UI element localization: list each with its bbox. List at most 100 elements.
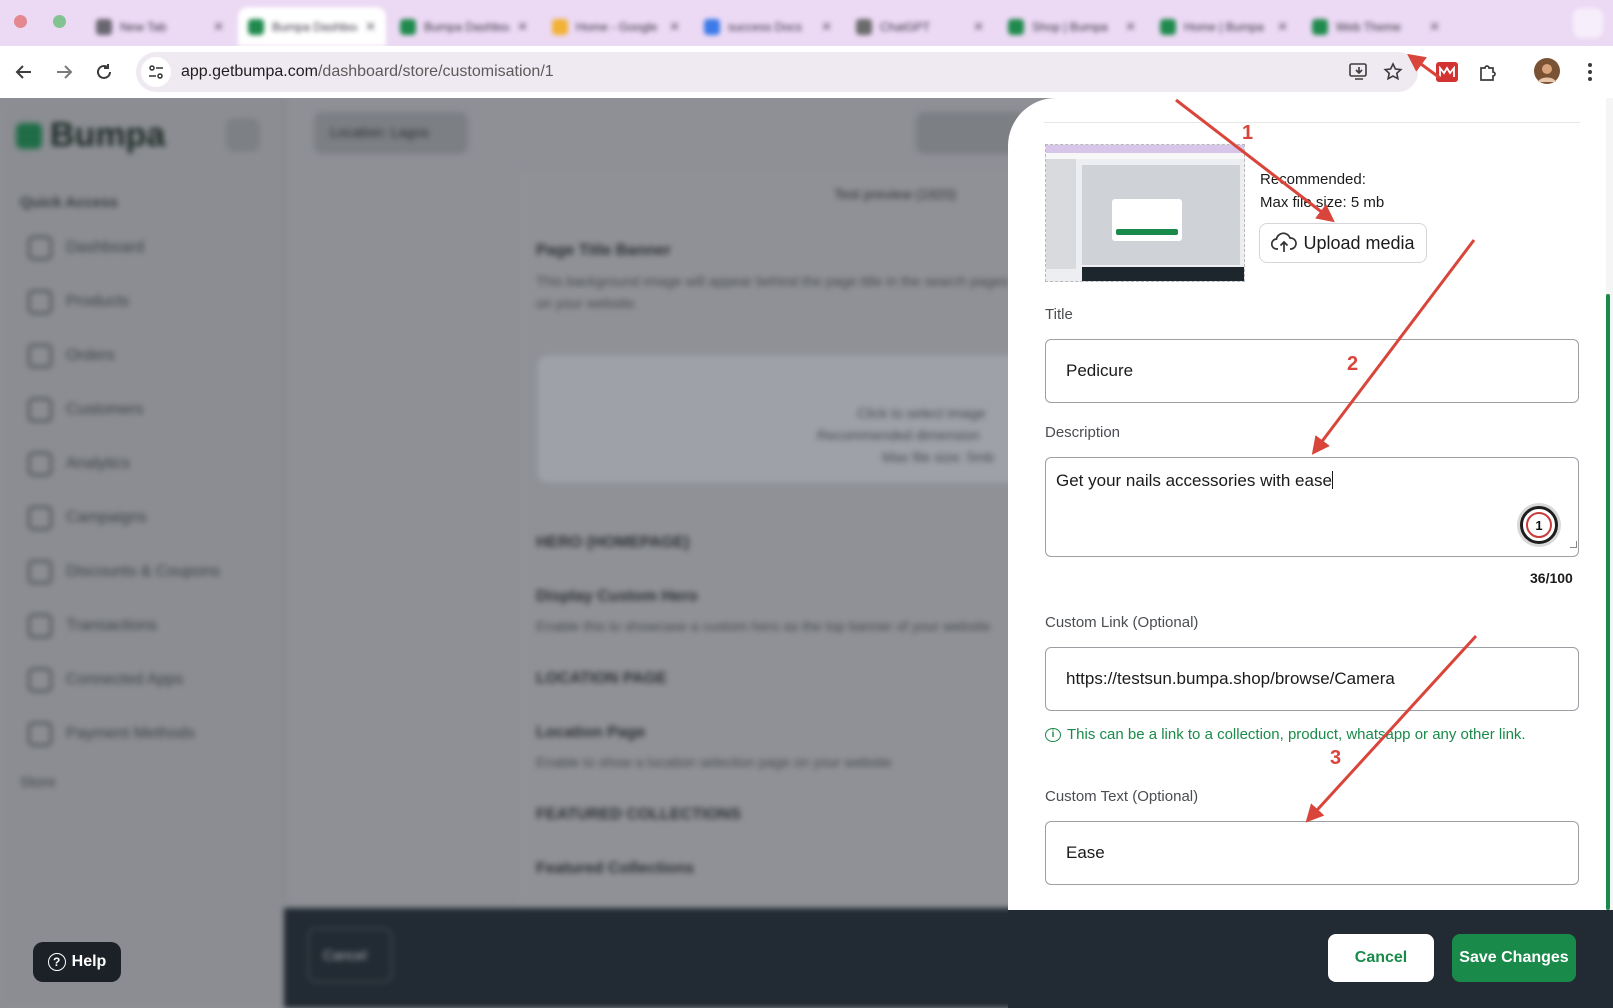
browser-menu-icon[interactable] — [1578, 60, 1602, 84]
custom-text-input[interactable]: Ease — [1045, 821, 1579, 885]
orders-icon — [28, 344, 52, 368]
annotation-number-1: 1 — [1242, 122, 1254, 144]
extensions-puzzle-icon[interactable] — [1476, 60, 1500, 84]
window-maximize-dot[interactable] — [53, 15, 66, 28]
tab-title: Shop | Bumpa — [1032, 19, 1108, 34]
bg-location-pill: Location: Lagos — [314, 112, 468, 154]
profile-avatar[interactable] — [1534, 58, 1560, 84]
bg-drop-zone: Click to select image Recommended dimens… — [536, 354, 1036, 484]
discounts-icon — [28, 560, 52, 584]
tab-close-icon[interactable]: ✕ — [1125, 19, 1136, 35]
browser-tab[interactable]: ChatGPT ✕ — [846, 7, 994, 46]
tab-close-icon[interactable]: ✕ — [213, 19, 224, 35]
bg-section-label: Quick Access — [20, 194, 118, 211]
url-path: /dashboard/store/customisation/1 — [317, 63, 554, 80]
custom-link-label: Custom Link (Optional) — [1045, 614, 1199, 631]
bg-nav-item: Products — [28, 290, 129, 314]
bg-nav-label: Discounts & Coupons — [66, 563, 220, 580]
extension-red-icon[interactable] — [1436, 62, 1458, 82]
grammar-count: 1 — [1526, 512, 1552, 538]
bg-cancel-button: Cancel — [308, 928, 392, 982]
bg-nav-label: Orders — [66, 347, 115, 364]
character-count: 36/100 — [1530, 570, 1573, 586]
tab-title: Web Theme — [1336, 19, 1401, 34]
reload-icon[interactable] — [90, 58, 118, 86]
title-input[interactable]: Pedicure — [1045, 339, 1579, 403]
browser-tab[interactable]: Bumpa Dashboard ✕ — [390, 7, 538, 46]
sidebar-collapse-icon — [226, 118, 260, 152]
bg-section-title: FEATURED COLLECTIONS — [536, 806, 742, 823]
thumb-footer — [1082, 267, 1244, 281]
tab-close-icon[interactable]: ✕ — [973, 19, 984, 35]
save-changes-button[interactable]: Save Changes — [1452, 934, 1576, 982]
custom-text-label: Custom Text (Optional) — [1045, 788, 1199, 805]
bg-nav-label: Connected Apps — [66, 671, 184, 688]
drawer-scrollbar-thumb[interactable] — [1606, 294, 1610, 910]
textarea-resize-icon[interactable] — [1570, 541, 1577, 548]
bg-nav-label: Payment Methods — [66, 725, 195, 742]
bg-nav-item: Campaigns — [28, 506, 147, 530]
tab-title: Bumpa Dashboard — [272, 19, 357, 34]
tab-title: Home | Bumpa — [1184, 19, 1264, 34]
tab-close-icon[interactable]: ✕ — [1277, 19, 1288, 35]
browser-toolbar: app.getbumpa.com/dashboard/store/customi… — [0, 46, 1613, 98]
tab-close-icon[interactable]: ✕ — [821, 19, 832, 35]
tab-close-icon[interactable]: ✕ — [365, 19, 376, 35]
bg-nav-label: Dashboard — [66, 239, 145, 256]
upload-media-button[interactable]: Upload media — [1259, 223, 1427, 263]
transactions-icon — [28, 614, 52, 638]
profile-chip[interactable] — [1573, 8, 1603, 38]
browser-tab[interactable]: New Tab ✕ — [86, 7, 234, 46]
bg-section-title: Page Title Banner — [536, 242, 671, 259]
grammar-checker-badge[interactable]: 1 — [1520, 506, 1558, 544]
products-icon — [28, 290, 52, 314]
analytics-icon — [28, 452, 52, 476]
browser-tab[interactable]: Home - Google Drive ✕ — [542, 7, 690, 46]
url-text[interactable]: app.getbumpa.com/dashboard/store/customi… — [181, 63, 554, 81]
site-info-icon[interactable] — [141, 57, 171, 87]
window-close-dot[interactable] — [14, 15, 27, 28]
browser-tab[interactable]: Home | Bumpa ✕ — [1150, 7, 1298, 46]
tab-title: New Tab — [120, 19, 167, 34]
tab-close-icon[interactable]: ✕ — [669, 19, 680, 35]
bg-nav-label: Campaigns — [66, 509, 147, 526]
bg-store-label: Store — [20, 774, 56, 791]
window-controls — [14, 15, 66, 28]
tab-title: Home - Google Drive — [576, 19, 661, 34]
annotation-number-3: 3 — [1330, 747, 1342, 769]
tab-title: Bumpa Dashboard — [424, 19, 509, 34]
bg-section-subtitle: Enable this to showcase a custom hero as… — [536, 618, 991, 634]
tab-favicon-icon — [96, 18, 112, 35]
cloud-upload-icon — [1271, 232, 1298, 252]
bg-section-subtitle: Enable to show a location selection page… — [536, 754, 892, 770]
browser-tab[interactable]: Shop | Bumpa ✕ — [998, 7, 1146, 46]
browser-tab-active[interactable]: Bumpa Dashboard ✕ — [238, 7, 386, 46]
bg-preview-label: Test preview (1920) — [834, 186, 957, 202]
thumb-tabbar — [1046, 145, 1244, 153]
cancel-button[interactable]: Cancel — [1328, 934, 1434, 982]
recommended-label: Recommended: — [1260, 171, 1366, 188]
browser-tab[interactable]: success Docs ✕ — [694, 7, 842, 46]
tab-favicon-icon — [400, 18, 416, 35]
custom-link-hint-text: This can be a link to a collection, prod… — [1067, 726, 1526, 743]
help-button[interactable]: ? Help — [33, 942, 121, 982]
bookmark-star-icon[interactable] — [1382, 61, 1404, 83]
back-icon[interactable] — [10, 58, 38, 86]
description-textarea[interactable]: Get your nails accessories with ease — [1045, 457, 1579, 557]
forward-icon[interactable] — [50, 58, 78, 86]
bumpa-logo-icon — [16, 122, 42, 149]
max-file-size: Max file size: 5 mb — [1260, 194, 1385, 211]
custom-link-hint: i This can be a link to a collection, pr… — [1045, 724, 1565, 746]
install-app-icon[interactable] — [1348, 61, 1370, 83]
custom-link-input[interactable]: https://testsun.bumpa.shop/browse/Camera — [1045, 647, 1579, 711]
tab-title: ChatGPT — [880, 19, 931, 34]
tab-close-icon[interactable]: ✕ — [517, 19, 528, 35]
address-bar[interactable]: app.getbumpa.com/dashboard/store/customi… — [136, 52, 1418, 92]
title-value: Pedicure — [1066, 361, 1134, 380]
upload-requirements: Recommended: Max file size: 5 mb — [1260, 168, 1384, 214]
tab-close-icon[interactable]: ✕ — [1429, 19, 1440, 35]
dashboard-icon — [28, 236, 52, 260]
browser-tab[interactable]: Web Theme ✕ — [1302, 7, 1450, 46]
bg-sidebar: Bumpa Quick Access Dashboard Products Or… — [0, 98, 285, 1008]
campaigns-icon — [28, 506, 52, 530]
